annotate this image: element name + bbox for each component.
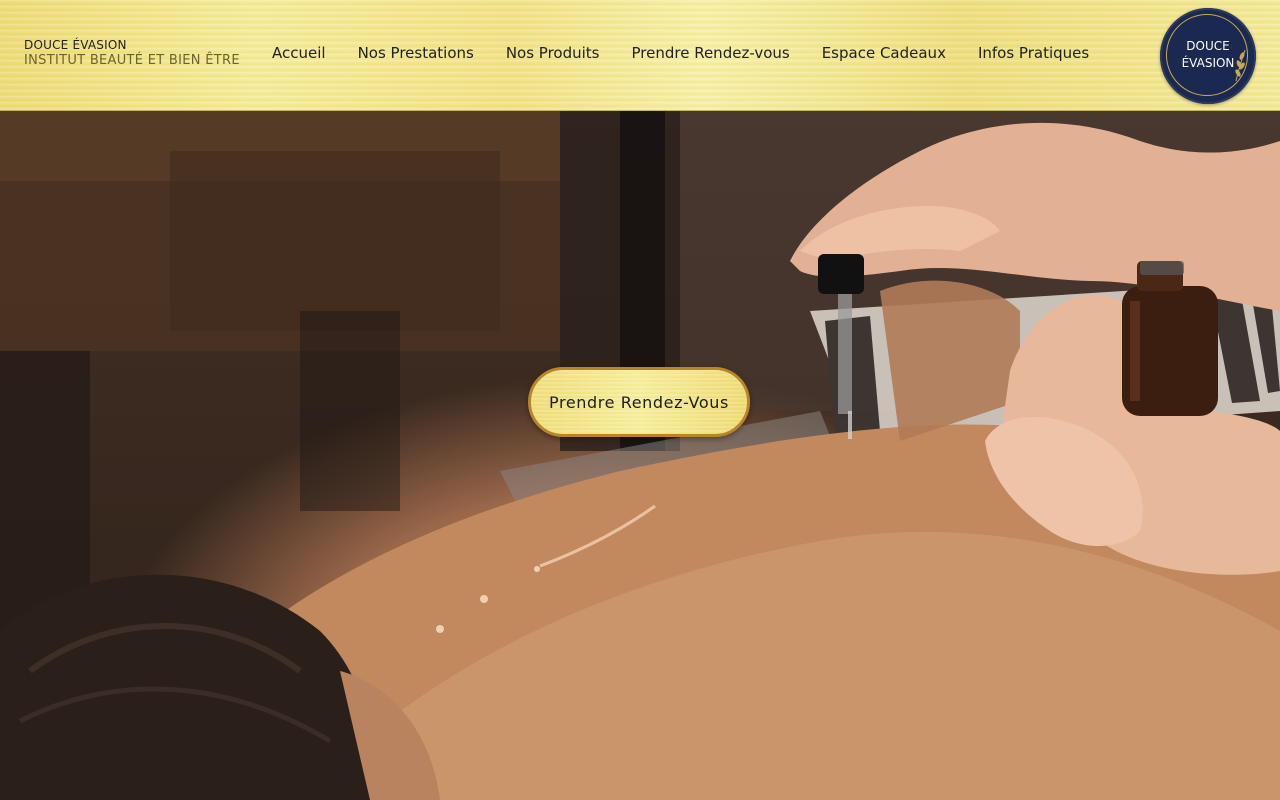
book-appointment-button[interactable]: Prendre Rendez-Vous bbox=[528, 367, 750, 437]
nav-item-prendre-rendez-vous[interactable]: Prendre Rendez-vous bbox=[616, 44, 806, 62]
hero-banner: Prendre Rendez-Vous bbox=[0, 111, 1280, 800]
main-nav: Accueil Nos Prestations Nos Produits Pre… bbox=[256, 44, 1105, 62]
nav-item-espace-cadeaux[interactable]: Espace Cadeaux bbox=[806, 44, 962, 62]
brand-name[interactable]: DOUCE ÉVASION bbox=[24, 38, 240, 53]
nav-item-infos-pratiques[interactable]: Infos Pratiques bbox=[962, 44, 1105, 62]
massage-oil-back-photo bbox=[0, 111, 1280, 800]
site-header: DOUCE ÉVASION INSTITUT BEAUTÉ ET BIEN ÊT… bbox=[0, 0, 1280, 111]
logo-badge[interactable]: DOUCE ÉVASION bbox=[1160, 8, 1256, 104]
brand[interactable]: DOUCE ÉVASION INSTITUT BEAUTÉ ET BIEN ÊT… bbox=[24, 38, 240, 69]
nav-item-accueil[interactable]: Accueil bbox=[256, 44, 342, 62]
golden-leaf-icon bbox=[1235, 49, 1246, 82]
nav-item-nos-produits[interactable]: Nos Produits bbox=[490, 44, 616, 62]
nav-item-nos-prestations[interactable]: Nos Prestations bbox=[342, 44, 490, 62]
brand-tagline: INSTITUT BEAUTÉ ET BIEN ÊTRE bbox=[24, 53, 240, 68]
